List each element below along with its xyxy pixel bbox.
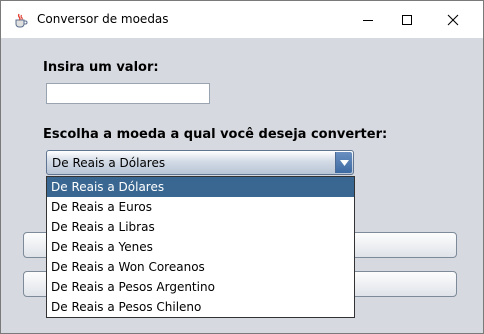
dropdown-option[interactable]: De Reais a Pesos Chileno xyxy=(47,297,354,317)
currency-combobox[interactable]: De Reais a Dólares xyxy=(46,150,354,175)
currency-dropdown-list: De Reais a Dólares De Reais a Euros De R… xyxy=(46,176,355,318)
dropdown-option[interactable]: De Reais a Libras xyxy=(47,217,354,237)
window-title: Conversor de moedas xyxy=(37,12,169,26)
valor-input[interactable] xyxy=(46,83,210,104)
java-cup-icon xyxy=(15,13,28,28)
dropdown-option[interactable]: De Reais a Won Coreanos xyxy=(47,257,354,277)
close-button[interactable] xyxy=(430,1,476,38)
minimize-icon xyxy=(363,19,373,21)
valor-label: Insira um valor: xyxy=(43,60,159,75)
chevron-down-icon xyxy=(339,159,349,166)
dropdown-option[interactable]: De Reais a Yenes xyxy=(47,237,354,257)
dropdown-option[interactable]: De Reais a Dólares xyxy=(47,177,354,197)
app-window: Conversor de moedas Insira um valor: Esc… xyxy=(0,0,484,334)
maximize-icon xyxy=(402,14,412,25)
title-bar[interactable]: Conversor de moedas xyxy=(1,1,483,38)
close-icon xyxy=(447,14,459,25)
combobox-selected-value: De Reais a Dólares xyxy=(52,156,166,170)
combobox-arrow-button[interactable] xyxy=(335,152,352,173)
moeda-label: Escolha a moeda a qual você deseja conve… xyxy=(43,127,388,142)
dropdown-option[interactable]: De Reais a Euros xyxy=(47,197,354,217)
content-panel: Insira um valor: Escolha a moeda a qual … xyxy=(1,38,483,333)
dropdown-option[interactable]: De Reais a Pesos Argentino xyxy=(47,277,354,297)
maximize-button[interactable] xyxy=(384,1,430,38)
